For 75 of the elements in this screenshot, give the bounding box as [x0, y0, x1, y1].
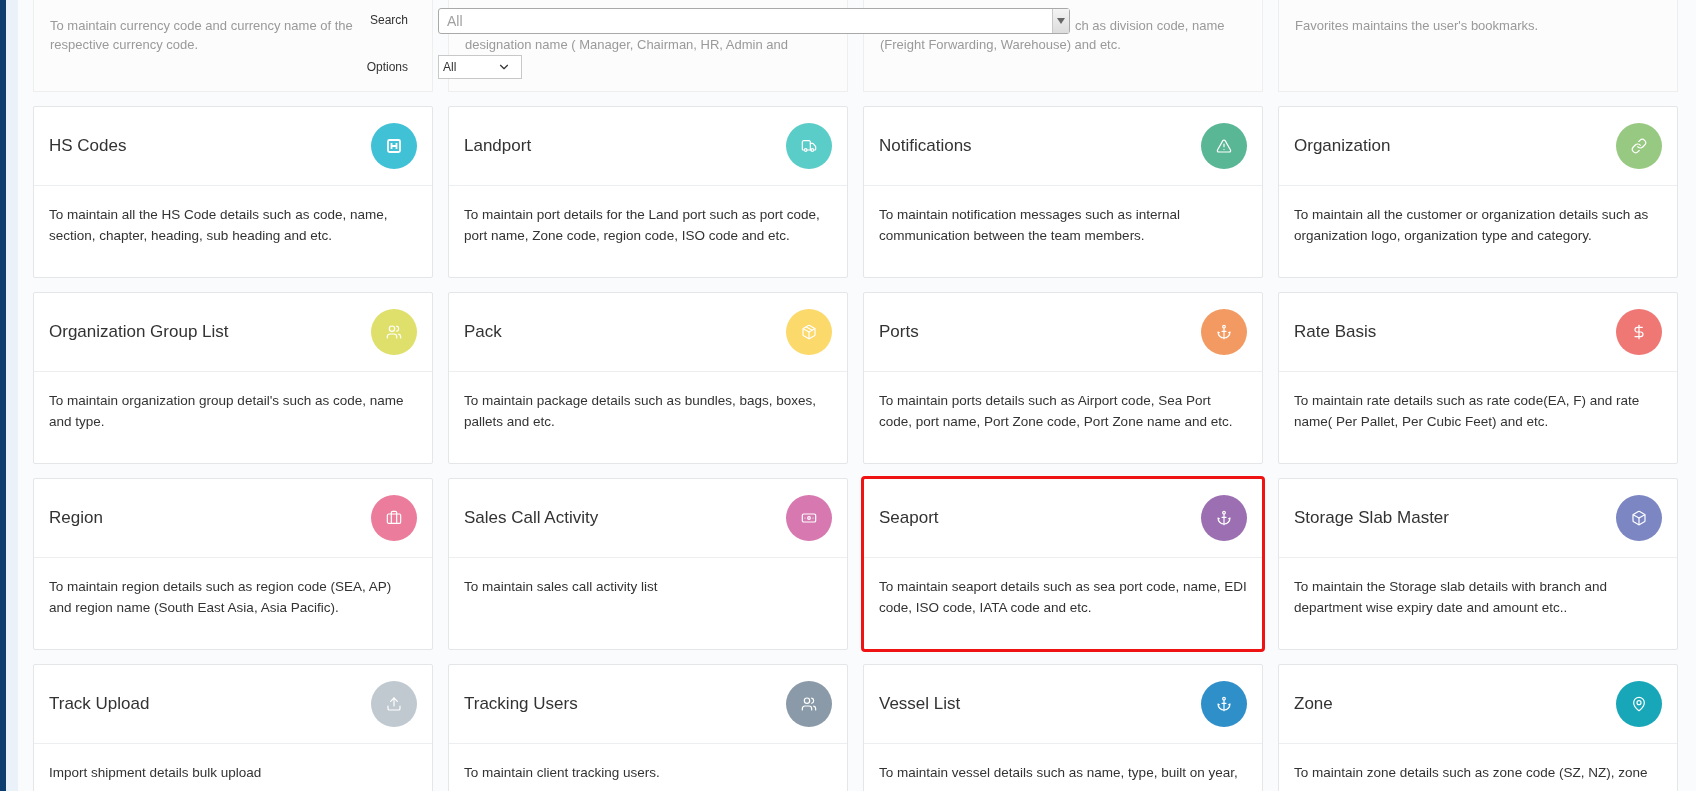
card-title: Seaport	[879, 508, 939, 528]
card-description: To maintain ports details such as Airport code, Sea Port code, port name, Port Zone code, Port Zone name and etc.	[879, 392, 1234, 431]
link-icon	[1631, 138, 1647, 154]
card-description: To maintain rate details such as rate code(EA, F) and rate name( Per Pallet, Per Cubic Feet) and etc.	[1294, 392, 1641, 431]
card-title: Ports	[879, 322, 919, 342]
card-title: Notifications	[879, 136, 972, 156]
card[interactable]: Tracking Users To maintain client tracking users.	[448, 664, 848, 791]
card-description: To maintain vessel details such as name, type, built on year,	[879, 764, 1239, 782]
card-description: designation name ( Manager, Chairman, HR, Admin and	[465, 36, 788, 54]
dollar-icon	[1631, 324, 1647, 340]
users-icon	[801, 696, 817, 712]
card[interactable]: Track Upload Import shipment details bulk upload	[33, 664, 433, 791]
truck-icon	[801, 138, 817, 154]
card-title: Zone	[1294, 694, 1333, 714]
card[interactable]: Ports To maintain ports details such as Airport code, Sea Port code, port name, Port Zone code, Port Zone name and etc.	[863, 292, 1263, 464]
anchor-icon	[1216, 696, 1232, 712]
card-description: To maintain client tracking users.	[464, 764, 661, 782]
card-description: To maintain the Storage slab details with branch and department wise expiry date and amount etc..	[1294, 578, 1608, 617]
options-select[interactable]: All	[438, 55, 522, 79]
box-icon	[801, 324, 817, 340]
card-description: To maintain region details such as region code (SEA, AP) and region name (South East Asia, Asia Pacific).	[49, 578, 393, 617]
card-title: Tracking Users	[464, 694, 578, 714]
card-title: Storage Slab Master	[1294, 508, 1449, 528]
card-description: To maintain currency code and currency name of the	[50, 17, 353, 35]
card[interactable]: HS Codes To maintain all the HS Code details such as code, name, section, chapter, heading, sub heading and etc.	[33, 106, 433, 278]
card-description: To maintain notification messages such as internal communication between the team members.	[879, 206, 1181, 245]
card[interactable]: Landport To maintain port details for the Land port such as port code, port name, Zone code, region code, ISO code and etc.	[448, 106, 848, 278]
caret-icon	[1057, 18, 1065, 24]
users-icon	[386, 324, 402, 340]
box-icon	[1631, 510, 1647, 526]
card-description: To maintain all the customer or organization details such as organization logo, organization type and category.	[1294, 206, 1650, 245]
card-description: Import shipment details bulk upload	[49, 764, 263, 782]
card-title: Landport	[464, 136, 532, 156]
warning-icon	[1216, 138, 1232, 154]
card-description: ch as division code, name	[1075, 17, 1225, 35]
options-label: Options	[366, 60, 408, 74]
card-title: Organization	[1294, 136, 1391, 156]
card[interactable]: Vessel List To maintain vessel details such as name, type, built on year,	[863, 664, 1263, 791]
card[interactable]: Region To maintain region details such as region code (SEA, AP) and region name (South East Asia, Asia Pacific).	[33, 478, 433, 650]
card[interactable]: Sales Call Activity To maintain sales call activity list	[448, 478, 848, 650]
card[interactable]: Storage Slab Master To maintain the Storage slab details with branch and department wise expiry date and amount etc..	[1278, 478, 1678, 650]
card-title: Region	[49, 508, 103, 528]
map-pin-icon	[1631, 696, 1647, 712]
card-description: To maintain all the HS Code details such as code, name, section, chapter, heading, sub heading and etc.	[49, 206, 389, 245]
card[interactable]: Pack To maintain package details such as bundles, bags, boxes, pallets and etc.	[448, 292, 848, 464]
card[interactable]: Rate Basis To maintain rate details such as rate code(EA, F) and rate name( Per Pallet, Per Cubic Feet) and etc.	[1278, 292, 1678, 464]
card-description: To maintain package details such as bundles, bags, boxes, pallets and etc.	[464, 392, 817, 431]
card-title: HS Codes	[49, 136, 127, 156]
card-description: (Freight Forwarding, Warehouse) and etc.	[880, 36, 1121, 54]
card-title: Sales Call Activity	[464, 508, 599, 528]
card[interactable]: Notifications To maintain notification messages such as internal communication between the team members.	[863, 106, 1263, 278]
banknote-icon	[801, 510, 817, 526]
anchor-icon	[1216, 324, 1232, 340]
briefcase-icon	[386, 510, 402, 526]
anchor-icon	[1216, 510, 1232, 526]
search-label: Search	[369, 13, 408, 27]
upload-icon	[386, 696, 402, 712]
card-description: respective currency code.	[50, 36, 199, 54]
card[interactable]: Zone To maintain zone details such as zone code (SZ, NZ), zone	[1278, 664, 1678, 791]
card-title: Rate Basis	[1294, 322, 1377, 342]
card-title: Track Upload	[49, 694, 150, 714]
card-title: Pack	[464, 322, 502, 342]
card-description: Favorites maintains the user's bookmarks.	[1295, 17, 1539, 35]
card[interactable]: Organization To maintain all the customer or organization details such as organization logo, organization type and category.	[1278, 106, 1678, 278]
card-description: To maintain seaport details such as sea port code, name, EDI code, ISO code, IATA code and etc.	[879, 578, 1247, 617]
card[interactable]: Seaport To maintain seaport details such as sea port code, name, EDI code, ISO code, IATA code and etc.	[863, 478, 1263, 650]
card-description: To maintain zone details such as zone code (SZ, NZ), zone	[1294, 764, 1649, 782]
hospital-sign-icon	[386, 138, 402, 154]
card-title: Vessel List	[879, 694, 961, 714]
card-title: Organization Group List	[49, 322, 229, 342]
dropdown-button[interactable]	[1052, 9, 1069, 33]
card-description: To maintain organization group detail's such as code, name and type.	[49, 392, 405, 431]
card[interactable]: Organization Group List To maintain organization group detail's such as code, name and type.	[33, 292, 433, 464]
card-description: To maintain port details for the Land port such as port code, port name, Zone code, region code, ISO code and etc.	[464, 206, 821, 245]
card-description: To maintain sales call activity list	[464, 578, 659, 596]
